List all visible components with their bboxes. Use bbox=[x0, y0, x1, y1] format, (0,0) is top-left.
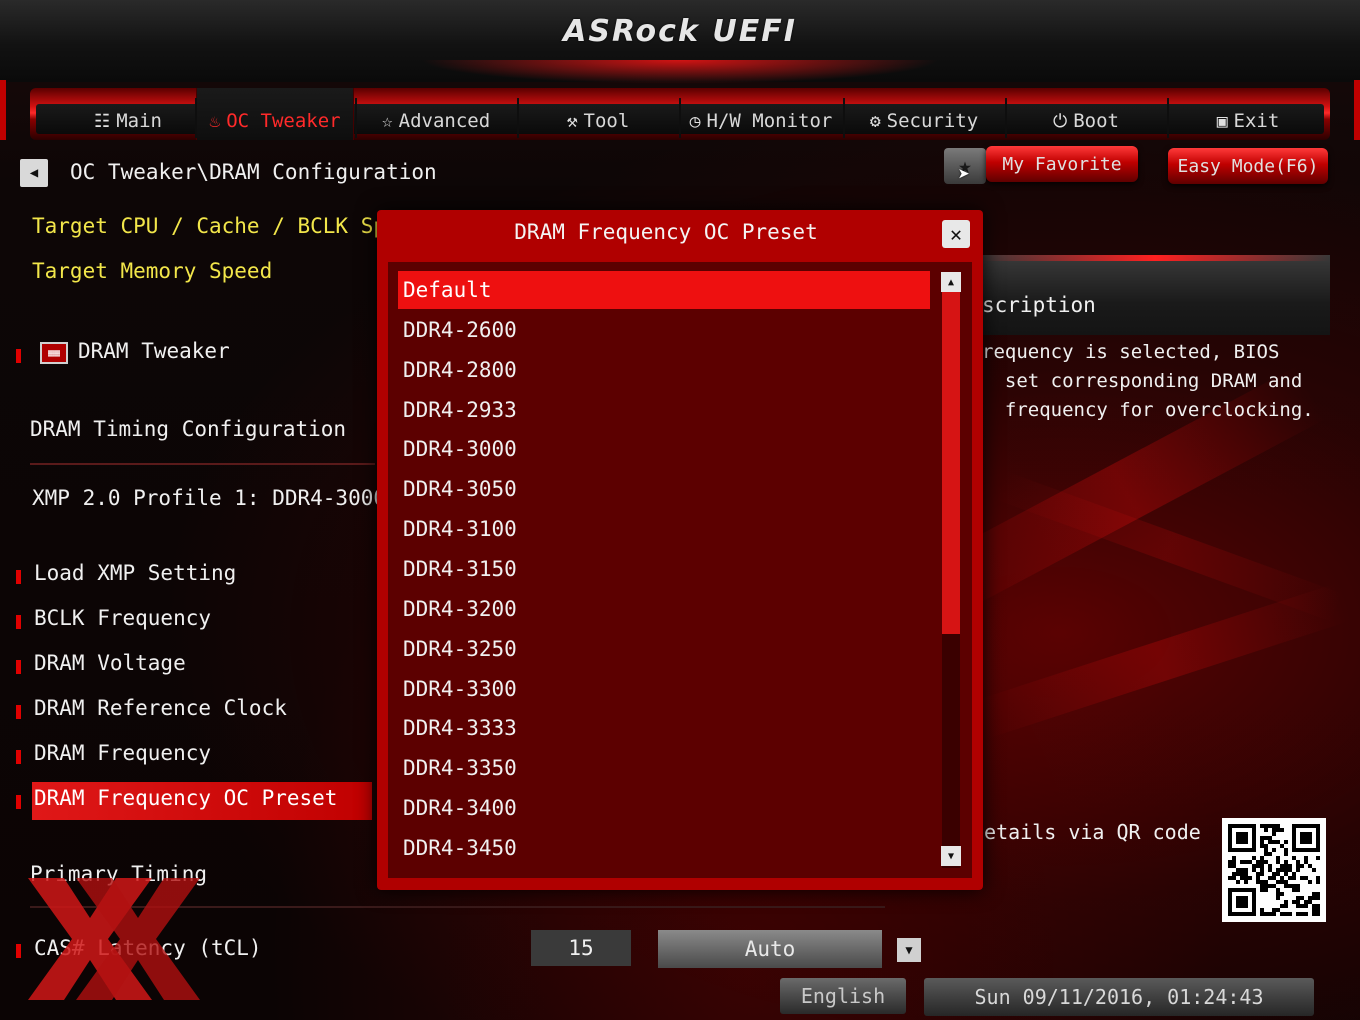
list-icon: ☷ bbox=[94, 110, 111, 132]
description-line: frequency for overclocking. bbox=[982, 399, 1314, 421]
bullet-marker bbox=[16, 615, 21, 629]
cas-latency-mode-select[interactable]: Auto bbox=[658, 930, 882, 968]
description-line: set corresponding DRAM and bbox=[982, 370, 1303, 392]
bullet-marker bbox=[16, 349, 21, 363]
menu-item-dram-frequency[interactable]: DRAM Frequency bbox=[34, 741, 211, 765]
tab-label: Boot bbox=[1073, 110, 1119, 132]
tab-main[interactable]: ☷ Main bbox=[64, 88, 192, 140]
preset-option[interactable]: DDR4-3400 bbox=[398, 789, 930, 827]
target-memory-label: Target Memory Speed bbox=[32, 259, 273, 283]
divider bbox=[30, 463, 375, 465]
monitor-icon: ◷ bbox=[689, 110, 701, 132]
qr-code-image bbox=[1222, 818, 1326, 922]
preset-option[interactable]: DDR4-3450 bbox=[398, 829, 930, 867]
tab-separator bbox=[843, 98, 845, 138]
menu-item-dram-reference-clock[interactable]: DRAM Reference Clock bbox=[34, 696, 287, 720]
tab-oc-tweaker[interactable]: ♨ OC Tweaker bbox=[196, 88, 354, 140]
scrollbar-thumb[interactable] bbox=[942, 292, 960, 634]
preset-option[interactable]: DDR4-3300 bbox=[398, 670, 930, 708]
exit-door-icon: ▣ bbox=[1216, 110, 1228, 132]
menu-item-bclk-frequency[interactable]: BCLK Frequency bbox=[34, 606, 211, 630]
tab-separator bbox=[1005, 98, 1007, 138]
easy-mode-button[interactable]: Easy Mode(F6) bbox=[1168, 148, 1328, 184]
tab-label: H/W Monitor bbox=[706, 110, 833, 132]
tab-separator bbox=[355, 98, 357, 138]
tab-exit[interactable]: ▣ Exit bbox=[1168, 88, 1328, 140]
bullet-marker bbox=[16, 660, 21, 674]
dram-tweaker-item[interactable]: DRAM Tweaker bbox=[78, 339, 230, 363]
qr-code-label: details via QR code bbox=[972, 820, 1201, 844]
tab-separator bbox=[1167, 98, 1169, 138]
preset-option[interactable]: DDR4-3200 bbox=[398, 590, 930, 628]
preset-option[interactable]: DDR4-3250 bbox=[398, 630, 930, 668]
tab-boot[interactable]: ⏻ Boot bbox=[1006, 88, 1166, 140]
edge-accent-left bbox=[0, 80, 6, 140]
preset-option[interactable]: DDR4-2600 bbox=[398, 311, 930, 349]
bullet-marker bbox=[16, 750, 21, 764]
language-button[interactable]: English bbox=[780, 978, 906, 1014]
tab-label: Main bbox=[116, 110, 162, 132]
flame-icon: ♨ bbox=[209, 110, 221, 132]
cas-latency-value: 15 bbox=[531, 930, 631, 966]
tab-tool[interactable]: ⚒ Tool bbox=[518, 88, 678, 140]
preset-option[interactable]: Default bbox=[398, 271, 930, 309]
scroll-down-icon[interactable]: ▼ bbox=[941, 846, 961, 866]
dram-module-icon: ▦▦ bbox=[40, 342, 68, 364]
breadcrumb: OC Tweaker\DRAM Configuration bbox=[70, 160, 437, 184]
preset-option[interactable]: DDR4-2800 bbox=[398, 351, 930, 389]
bullet-marker bbox=[16, 795, 21, 809]
preset-option[interactable]: DDR4-2933 bbox=[398, 391, 930, 429]
datetime-display: Sun 09/11/2016, 01:24:43 bbox=[924, 978, 1314, 1016]
back-arrow-icon[interactable]: ◀ bbox=[20, 159, 48, 187]
bullet-marker bbox=[16, 570, 21, 584]
preset-option[interactable]: DDR4-3000 bbox=[398, 430, 930, 468]
mouse-cursor-icon: ➤ bbox=[958, 162, 971, 186]
tab-separator bbox=[679, 98, 681, 138]
tab-label: Exit bbox=[1233, 110, 1280, 132]
tab-security[interactable]: ⚙ Security bbox=[844, 88, 1004, 140]
target-cpu-label: Target CPU / Cache / BCLK Speed bbox=[32, 214, 424, 238]
tab-label: Advanced bbox=[398, 110, 491, 132]
preset-option[interactable]: DDR4-3333 bbox=[398, 709, 930, 747]
my-favorite-button[interactable]: My Favorite bbox=[986, 146, 1138, 182]
shield-icon: ⚙ bbox=[869, 110, 881, 132]
menu-item-load-xmp-setting[interactable]: Load XMP Setting bbox=[34, 561, 236, 585]
tab-label: Tool bbox=[583, 110, 630, 132]
modal-title: DRAM Frequency OC Preset bbox=[514, 220, 818, 244]
tab-label: OC Tweaker bbox=[226, 110, 341, 132]
close-icon[interactable]: ✕ bbox=[942, 220, 970, 248]
asrock-uefi-logo: ASRock UEFI bbox=[563, 14, 797, 49]
power-icon: ⏻ bbox=[1052, 110, 1068, 132]
preset-option[interactable]: DDR4-3150 bbox=[398, 550, 930, 588]
dram-timing-config-heading: DRAM Timing Configuration bbox=[30, 417, 347, 441]
tab-separator bbox=[517, 98, 519, 138]
preset-option[interactable]: DDR4-3100 bbox=[398, 510, 930, 548]
edge-accent-right bbox=[1354, 80, 1360, 140]
scroll-up-icon[interactable]: ▲ bbox=[941, 272, 961, 292]
menu-item-dram-voltage[interactable]: DRAM Voltage bbox=[34, 651, 186, 675]
chevron-down-icon[interactable]: ▼ bbox=[897, 938, 921, 962]
tab-advanced[interactable]: ☆ Advanced bbox=[356, 88, 516, 140]
xx-watermark-logo bbox=[28, 878, 200, 1000]
description-line: requency is selected, BIOS bbox=[982, 341, 1280, 363]
star-icon: ☆ bbox=[381, 110, 393, 132]
preset-option[interactable]: DDR4-3350 bbox=[398, 749, 930, 787]
tab-h-w-monitor[interactable]: ◷ H/W Monitor bbox=[680, 88, 842, 140]
description-title: scription bbox=[982, 293, 1096, 317]
bullet-marker bbox=[16, 705, 21, 719]
preset-option[interactable]: DDR4-3050 bbox=[398, 470, 930, 508]
menu-item-dram-frequency-oc-preset[interactable]: DRAM Frequency OC Preset bbox=[34, 786, 337, 810]
tab-label: Security bbox=[886, 110, 979, 132]
tab-separator bbox=[195, 98, 197, 138]
tools-icon: ⚒ bbox=[566, 110, 578, 132]
